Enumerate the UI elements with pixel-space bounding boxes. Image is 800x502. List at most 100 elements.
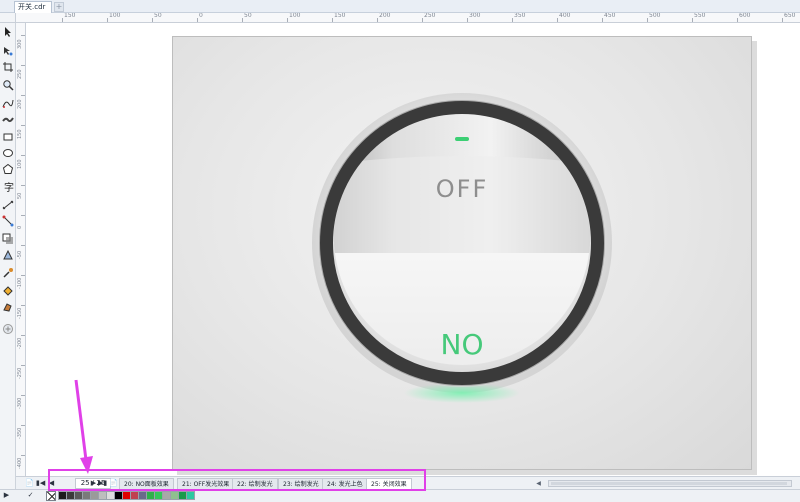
artistic-media-icon[interactable] <box>2 113 14 125</box>
coreldraw-window: 开关.cdr + 150 100 50 0 50 100 150 200 250 300 350 40… <box>0 0 800 502</box>
ruler-tick <box>62 18 63 22</box>
pick-tool-icon[interactable] <box>2 26 14 38</box>
ruler-label: 150 <box>17 129 23 139</box>
ruler-label: -50 <box>17 250 23 259</box>
ruler-tick <box>512 18 513 22</box>
ruler-label: -200 <box>17 337 23 349</box>
ruler-tick <box>21 365 25 366</box>
on-label: NO <box>441 328 484 361</box>
ruler-label: 300 <box>17 39 23 49</box>
drawing-canvas[interactable]: OFF NO <box>26 23 800 476</box>
ruler-tick <box>21 65 25 66</box>
ruler-tick <box>21 395 25 396</box>
connector-tool-icon[interactable] <box>2 215 14 227</box>
ruler-tick <box>377 18 378 22</box>
ruler-label: 300 <box>469 13 481 19</box>
drop-shadow-icon[interactable] <box>2 233 14 245</box>
ruler-tick <box>467 18 468 22</box>
switch-bottom-face <box>334 253 590 365</box>
ruler-label: 250 <box>17 69 23 79</box>
ruler-tick <box>21 305 25 306</box>
ruler-label: 600 <box>739 13 751 19</box>
vertical-ruler[interactable]: 300 250 200 150 100 50 0 -50 -100 -150 -200 -250 -30… <box>16 23 26 476</box>
scroll-left-icon[interactable]: ◀ <box>534 479 543 488</box>
smart-fill-icon[interactable] <box>2 301 14 313</box>
ruler-tick <box>21 335 25 336</box>
first-page-icon[interactable]: ▮◀ <box>36 479 45 488</box>
add-tool-icon[interactable] <box>2 323 14 335</box>
rectangle-tool-icon[interactable] <box>2 131 14 143</box>
horizontal-ruler[interactable]: 150 100 50 0 50 100 150 200 250 300 350 400 450 500 55… <box>16 13 800 23</box>
ruler-label: -250 <box>17 367 23 379</box>
ruler-label: 150 <box>334 13 346 19</box>
ruler-label: 450 <box>604 13 616 19</box>
ruler-tick <box>197 18 198 22</box>
ruler-tick <box>21 35 25 36</box>
ruler-label: 50 <box>17 192 23 199</box>
ruler-tick <box>242 18 243 22</box>
transparency-tool-icon[interactable] <box>2 249 14 261</box>
eyedropper-tool-icon[interactable] <box>2 267 14 279</box>
ruler-label: 100 <box>289 13 301 19</box>
ruler-tick <box>737 18 738 22</box>
ruler-tick <box>21 455 25 456</box>
ruler-label: -300 <box>17 397 23 409</box>
eyedropper-icon[interactable]: ✓ <box>26 491 35 500</box>
polygon-tool-icon[interactable] <box>2 163 14 175</box>
ruler-label: 0 <box>199 13 203 19</box>
ruler-tick <box>21 245 25 246</box>
ellipse-tool-icon[interactable] <box>2 147 14 159</box>
ruler-tick <box>21 125 25 126</box>
toolbox: 字 <box>0 23 16 489</box>
ruler-label: 200 <box>17 99 23 109</box>
ruler-label: 500 <box>649 13 661 19</box>
ruler-tick <box>21 185 25 186</box>
ruler-tick <box>422 18 423 22</box>
ruler-tick <box>21 425 25 426</box>
shape-tool-icon[interactable] <box>2 45 14 57</box>
ruler-tick <box>692 18 693 22</box>
ruler-label: 200 <box>379 13 391 19</box>
ruler-label: 250 <box>424 13 436 19</box>
ruler-label: 50 <box>244 13 252 19</box>
ruler-tick <box>21 215 25 216</box>
svg-text:字: 字 <box>4 181 14 193</box>
ruler-label: 0 <box>17 225 23 229</box>
crop-tool-icon[interactable] <box>2 61 14 73</box>
switch-artwork[interactable]: OFF NO <box>173 37 753 471</box>
scrollbar-thumb[interactable] <box>551 482 787 485</box>
ruler-label: 650 <box>784 13 796 19</box>
ruler-tick <box>21 95 25 96</box>
ruler-tick <box>287 18 288 22</box>
ruler-corner[interactable] <box>0 13 16 23</box>
ruler-label: 350 <box>514 13 526 19</box>
ruler-tick <box>21 275 25 276</box>
horizontal-scrollbar[interactable] <box>548 480 792 487</box>
off-label: OFF <box>436 175 489 203</box>
palette-scroll-icon[interactable]: ▶ <box>2 491 11 500</box>
document-tab[interactable]: 开关.cdr <box>14 1 53 13</box>
drawing-page[interactable]: OFF NO <box>172 36 752 470</box>
highlight-box <box>48 469 426 491</box>
new-document-tab-button[interactable]: + <box>54 2 64 12</box>
ruler-label: -100 <box>17 277 23 289</box>
no-color-swatch[interactable] <box>46 491 56 501</box>
ruler-tick <box>332 18 333 22</box>
document-tab-title: 开关.cdr <box>18 3 46 11</box>
ruler-tick <box>782 18 783 22</box>
color-swatch[interactable] <box>186 491 195 500</box>
ruler-label: 400 <box>559 13 571 19</box>
text-tool-icon[interactable]: 字 <box>2 181 14 193</box>
ruler-tick <box>647 18 648 22</box>
ruler-label: 50 <box>154 13 162 19</box>
ruler-label: 150 <box>64 13 76 19</box>
interactive-fill-icon[interactable] <box>2 285 14 297</box>
freehand-tool-icon[interactable] <box>2 97 14 109</box>
zoom-tool-icon[interactable] <box>2 79 14 91</box>
ruler-label: 100 <box>17 159 23 169</box>
switch-indicator <box>455 137 469 141</box>
page-options-icon[interactable]: 📄 <box>25 479 34 488</box>
ruler-label: 100 <box>109 13 121 19</box>
parallel-dimension-icon[interactable] <box>2 199 14 211</box>
ruler-tick <box>21 155 25 156</box>
